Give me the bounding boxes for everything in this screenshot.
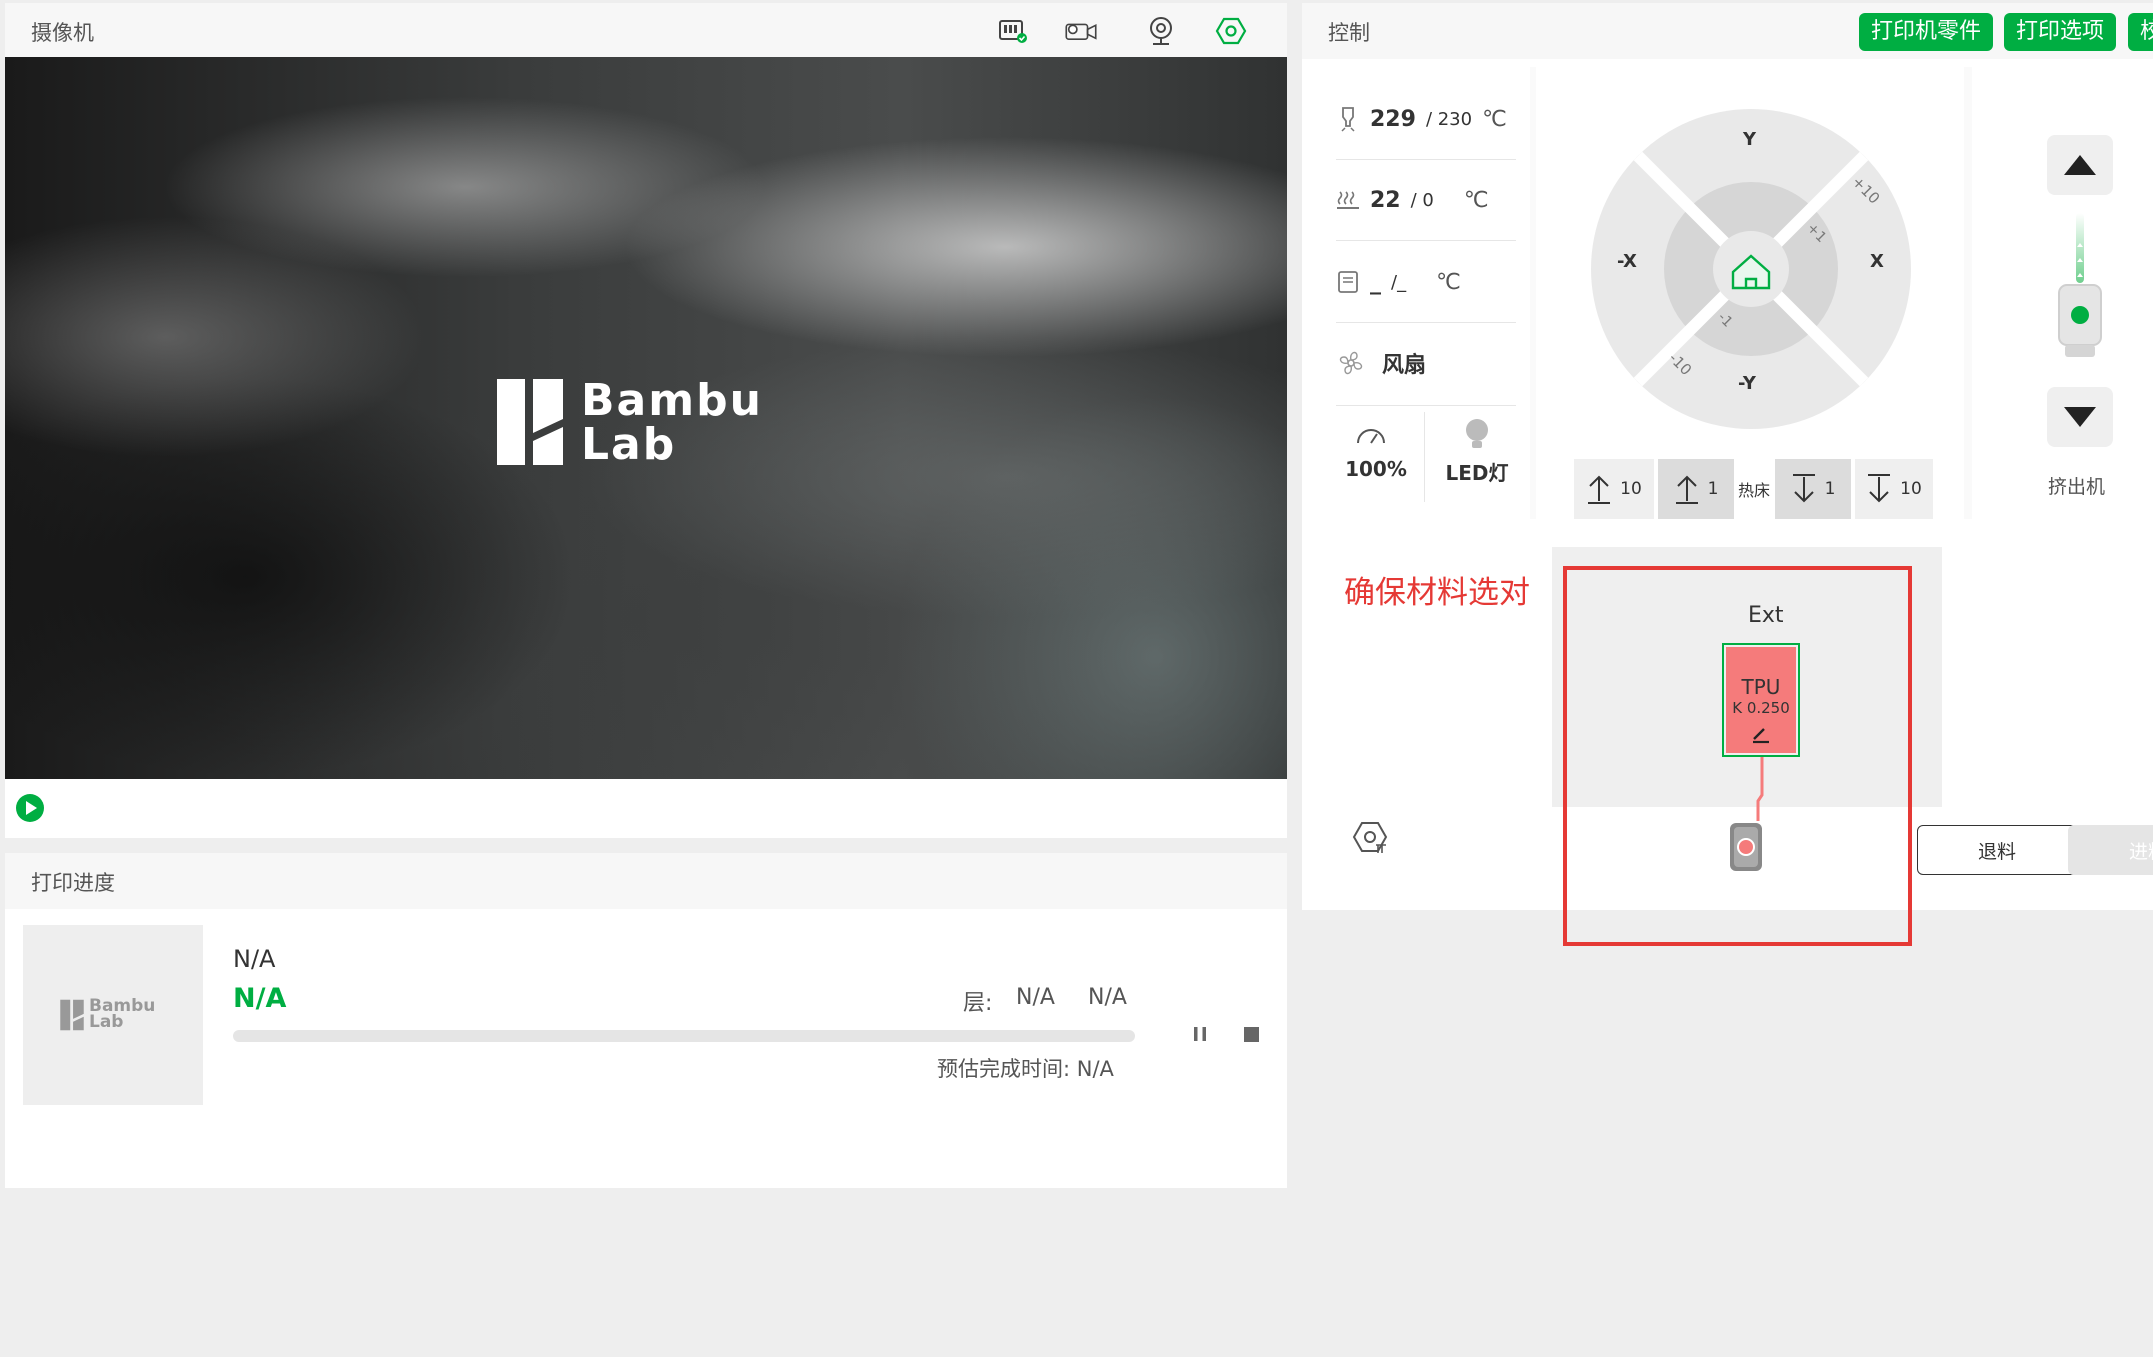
separator (1336, 159, 1516, 160)
load-button[interactable]: 进料 (2068, 825, 2153, 875)
progress-panel: 打印进度 Bambu Lab N/A N/A 层: N/A N/A 预估完成时间… (5, 853, 1287, 1188)
arrow-up-icon (1588, 475, 1611, 504)
extruder-column: 挤出机 (1972, 67, 2153, 519)
fan-label: 风扇 (1382, 353, 1427, 378)
chamber-icon (1338, 271, 1358, 293)
arrow-down-icon (1792, 474, 1815, 503)
bambu-logo-mark (497, 379, 563, 465)
progress-title: 打印进度 (31, 871, 115, 895)
bed-target-temp: / 0 (1410, 189, 1434, 211)
bed-current-temp: 22 (1370, 187, 1401, 213)
camera-header: 摄像机 (5, 3, 1287, 59)
play-icon[interactable] (15, 793, 45, 823)
fan-icon (1339, 351, 1363, 375)
print-status: N/A (233, 983, 287, 1014)
jog-y-minus[interactable]: -Y (1738, 373, 1756, 394)
layer-value: N/A (1016, 985, 1055, 1010)
extruder-indicator (2058, 213, 2102, 357)
webcam-icon[interactable] (1143, 13, 1179, 49)
camera-title: 摄像机 (31, 21, 94, 45)
nozzle-current-temp: 229 (1370, 106, 1416, 132)
speed-gauge-icon (1357, 429, 1385, 444)
stop-icon[interactable] (1237, 1019, 1267, 1049)
thumb-logo-mark (60, 999, 84, 1031)
jog-x-minus[interactable]: -X (1617, 251, 1637, 272)
progress-percent: N/A (1088, 985, 1127, 1010)
temp-column: 229 / 230 ℃ 22 / 0 ℃ _ /_ ℃ 风扇 100% LED灯 (1314, 67, 1530, 519)
separator (1336, 240, 1516, 241)
bambu-logo: Bambu Lab (495, 375, 835, 470)
arrow-down-icon (1868, 474, 1891, 503)
arrow-up-icon (1675, 475, 1698, 504)
bed-up-10-label: 10 (1620, 479, 1642, 499)
bed-temp-unit: ℃ (1463, 187, 1489, 213)
printer-parts-button[interactable]: 打印机零件 (1859, 13, 1994, 51)
camera-video: Bambu Lab (5, 57, 1287, 779)
sd-card-icon[interactable] (995, 13, 1031, 49)
bed-label: 热床 (1737, 481, 1770, 500)
annotation-text: 确保材料选对 (1344, 575, 1530, 611)
calibrate-button[interactable]: 校 (2128, 13, 2153, 51)
nozzle-icon (1341, 107, 1355, 132)
chamber-temp-unit: ℃ (1436, 269, 1461, 295)
progress-bar-track (233, 1030, 1135, 1042)
bed-up-1-button[interactable]: 1 (1658, 459, 1734, 519)
settings-hex-icon[interactable] (1213, 13, 1249, 49)
thumb-logo-text-2: Lab (89, 1012, 124, 1032)
bed-temp-row[interactable]: 22 / 0 ℃ (1336, 170, 1536, 230)
bed-down-1-button[interactable]: 1 (1775, 459, 1851, 519)
bed-down-10-button[interactable]: 10 (1855, 459, 1933, 519)
control-title: 控制 (1328, 21, 1370, 45)
ams-settings-icon[interactable] (1350, 819, 1390, 859)
heatbed-icon (1337, 191, 1359, 209)
eta-text: 预估完成时间: N/A (937, 1057, 1114, 1081)
led-label: LED灯 (1445, 461, 1509, 485)
chamber-target-temp: /_ (1391, 271, 1407, 293)
nozzle-target-temp: / 230 (1425, 108, 1473, 130)
chamber-current-temp: _ (1370, 269, 1381, 295)
bed-up-10-button[interactable]: 10 (1574, 459, 1654, 519)
separator (1336, 405, 1516, 406)
vertical-divider (1424, 412, 1425, 502)
nozzle-temp-row[interactable]: 229 / 230 ℃ (1336, 89, 1536, 149)
extruder-label: 挤出机 (2048, 476, 2106, 498)
led-button[interactable]: LED灯 (1432, 415, 1522, 505)
progress-header: 打印进度 (5, 853, 1287, 909)
camera-record-icon[interactable] (1063, 13, 1099, 49)
pause-icon[interactable] (1185, 1019, 1215, 1049)
chamber-temp-row[interactable]: _ /_ ℃ (1336, 252, 1536, 312)
speed-value: 100% (1345, 457, 1407, 481)
extruder-down-button[interactable] (2047, 387, 2113, 447)
jog-x-plus[interactable]: X (1870, 251, 1884, 272)
bulb-icon (1466, 419, 1488, 448)
bambu-logo-text-2: Lab (581, 419, 677, 470)
triangle-up-icon (2064, 155, 2096, 175)
print-thumbnail: Bambu Lab (23, 925, 203, 1105)
unload-button[interactable]: 退料 (1917, 825, 2077, 875)
camera-panel: 摄像机 Bambu Lab (5, 3, 1287, 838)
bed-down-1-label: 1 (1824, 479, 1836, 499)
triangle-down-icon (2064, 407, 2096, 427)
bed-up-1-label: 1 (1707, 479, 1719, 499)
jog-column: Y -Y X -X +10 +1 -1 -10 (1536, 67, 1964, 519)
separator (1336, 322, 1516, 323)
speed-button[interactable]: 100% (1336, 415, 1416, 505)
print-options-button[interactable]: 打印选项 (2004, 13, 2117, 51)
print-name: N/A (233, 945, 276, 973)
jog-y-plus[interactable]: Y (1743, 129, 1756, 150)
layer-label: 层: (963, 991, 993, 1016)
annotation-box (1563, 566, 1912, 946)
extruder-up-button[interactable] (2047, 135, 2113, 195)
nozzle-temp-unit: ℃ (1482, 106, 1507, 132)
bed-down-10-label: 10 (1900, 479, 1922, 499)
fan-row[interactable]: 风扇 (1336, 333, 1536, 393)
control-header: 控制 打印机零件 打印选项 校 (1302, 3, 2153, 59)
